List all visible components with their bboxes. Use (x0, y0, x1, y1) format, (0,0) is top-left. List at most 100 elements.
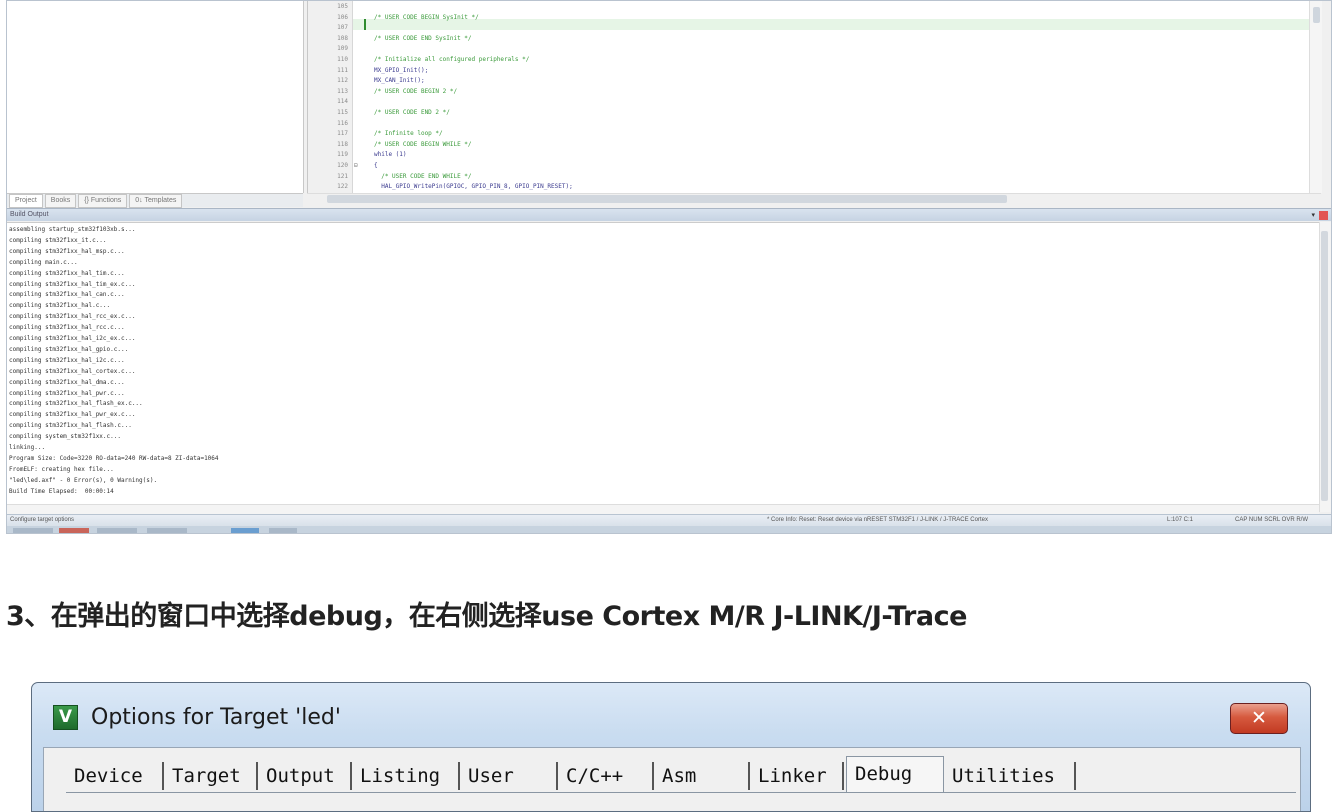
project-pane (7, 1, 304, 193)
taskbar-item[interactable] (13, 528, 53, 533)
code-line[interactable]: /* USER CODE BEGIN 2 */ (374, 88, 457, 95)
tab-debug[interactable]: Debug (846, 756, 944, 792)
options-dialog: V Options for Target 'led' ✕ Device Targ… (31, 682, 1311, 812)
code-line[interactable]: /* Infinite loop */ (374, 130, 443, 137)
status-bar: Configure target options * Core Info: Re… (7, 514, 1331, 526)
build-output-line: compiling stm32f1xx_hal.c... (9, 302, 111, 310)
build-output-line: compiling stm32f1xx_hal_i2c_ex.c... (9, 335, 136, 342)
editor-vertical-scrollbar[interactable] (1309, 1, 1322, 193)
tab-device[interactable]: Device (66, 762, 164, 790)
project-tab-functions[interactable]: {} Functions (78, 194, 128, 208)
tab-linker[interactable]: Linker (750, 762, 844, 790)
build-output-line: compiling stm32f1xx_hal_pwr.c... (9, 389, 125, 397)
build-output-line: compiling stm32f1xx_hal_dma.c... (9, 378, 125, 386)
line-number: 110 (337, 56, 348, 63)
code-line[interactable]: { (374, 162, 378, 169)
build-output-line: compiling stm32f1xx_hal_msp.c... (9, 247, 125, 255)
taskbar-item[interactable] (59, 528, 89, 533)
code-line[interactable]: MX_CAN_Init(); (374, 77, 425, 84)
code-line[interactable]: /* USER CODE BEGIN WHILE */ (374, 141, 472, 148)
line-number: 112 (337, 77, 348, 85)
build-output-line: compiling stm32f1xx_hal_can.c... (9, 291, 125, 299)
build-output-titlebar: Build Output ▾ (7, 208, 1331, 221)
tab-baseline (66, 792, 1296, 793)
tab-output[interactable]: Output (258, 762, 352, 790)
line-number: 106 (337, 13, 348, 21)
taskbar-item[interactable] (231, 528, 259, 533)
build-output-line: compiling stm32f1xx_hal_rcc_ex.c... (9, 313, 136, 321)
status-hint: Configure target options (10, 517, 75, 523)
taskbar-item[interactable] (147, 528, 187, 533)
line-number: 119 (337, 151, 348, 159)
project-tabs: Project Books {} Functions 0↓ Templates (7, 193, 303, 208)
build-output-panel[interactable]: assembling startup_stm32f103xb.s...compi… (7, 222, 1319, 513)
tab-listing[interactable]: Listing (352, 762, 460, 790)
code-line[interactable]: while (1) (374, 151, 407, 158)
build-output-line: compiling stm32f1xx_hal_cortex.c... (9, 367, 136, 375)
build-output-line: "led\led.axf" - 0 Error(s), 0 Warning(s)… (9, 476, 158, 484)
build-output-line: compiling system_stm32f1xx.c... (9, 433, 121, 441)
code-editor[interactable]: 105 106 107 108 109 110 111 112 113 114 115 116 117 1… (307, 1, 1322, 193)
build-output-line: compiling stm32f1xx_hal_rcc.c... (9, 324, 125, 332)
build-output-line: compiling stm32f1xx_hal_tim_ex.c... (9, 280, 136, 288)
build-output-line: compiling stm32f1xx_it.c... (9, 236, 107, 244)
line-number: 117 (337, 130, 348, 138)
dialog-title: Options for Target 'led' (91, 705, 341, 730)
current-line-highlight (353, 19, 1321, 30)
tab-asm[interactable]: Asm (654, 762, 750, 790)
code-line[interactable]: HAL_GPIO_WritePin(GPIOC, GPIO_PIN_8, GPI… (374, 183, 572, 190)
line-number: 111 (337, 66, 348, 74)
build-output-line: assembling startup_stm32f103xb.s... (9, 226, 136, 233)
code-line[interactable]: MX_GPIO_Init(); (374, 67, 428, 74)
build-output-horizontal-scrollbar[interactable] (7, 504, 1319, 514)
build-output-line: FromELF: creating hex file... (9, 465, 114, 473)
editor-horizontal-scroll-thumb[interactable] (327, 195, 1007, 203)
code-line[interactable]: /* USER CODE END WHILE */ (374, 173, 471, 180)
taskbar-item[interactable] (97, 528, 137, 533)
editor-vertical-scroll-thumb[interactable] (1313, 7, 1320, 23)
build-output-scroll-thumb[interactable] (1321, 231, 1328, 501)
close-icon[interactable] (1319, 211, 1328, 220)
line-number: 108 (337, 34, 348, 42)
pin-icon[interactable]: ▾ (1311, 211, 1315, 219)
build-output-line: compiling stm32f1xx_hal_gpio.c... (9, 345, 129, 353)
line-number: 115 (337, 109, 348, 116)
tab-utilities[interactable]: Utilities (944, 762, 1076, 790)
build-output-line: compiling stm32f1xx_hal_tim.c... (9, 269, 125, 277)
project-tab-project[interactable]: Project (9, 194, 43, 208)
fold-toggle-icon[interactable]: ⊟ (354, 162, 358, 169)
close-button[interactable]: ✕ (1230, 703, 1288, 734)
build-output-line: compiling stm32f1xx_hal_pwr_ex.c... (9, 411, 136, 419)
keil-app-icon: V (53, 705, 78, 730)
line-number: 114 (337, 98, 348, 106)
code-line[interactable]: /* USER CODE END 2 */ (374, 109, 450, 116)
tab-user[interactable]: User (460, 762, 558, 790)
line-number: 105 (337, 3, 348, 10)
build-output-title: Build Output (10, 211, 49, 218)
line-number: 116 (337, 119, 348, 127)
build-output-line: compiling stm32f1xx_hal_flash_ex.c... (9, 400, 143, 408)
build-output-line: compiling main.c... (9, 258, 78, 266)
line-number: 122 (337, 183, 348, 191)
taskbar-strip (7, 526, 1331, 533)
line-number: 118 (337, 140, 348, 148)
code-line[interactable]: /* USER CODE BEGIN SysInit */ (374, 14, 479, 21)
code-line[interactable]: /* USER CODE END SysInit */ (374, 35, 472, 42)
step-heading: 3、在弹出的窗口中选择debug，在右侧选择use Cortex M/R J-L… (6, 601, 967, 632)
line-number: 109 (337, 45, 348, 53)
project-tab-templates[interactable]: 0↓ Templates (129, 194, 183, 208)
tab-c-cpp[interactable]: C/C++ (558, 762, 654, 790)
dialog-body: Device Target Output Listing User C/C++ … (43, 747, 1301, 811)
status-debugger-info: * Core Info: Reset: Reset device via nRE… (767, 517, 988, 523)
line-number-gutter: 105 106 107 108 109 110 111 112 113 114 115 116 117 1… (308, 1, 353, 193)
build-output-line: compiling stm32f1xx_hal_flash.c... (9, 422, 132, 430)
taskbar-item[interactable] (269, 528, 297, 533)
line-number: 121 (337, 172, 348, 180)
status-indicators: CAP NUM SCRL OVR R/W (1235, 517, 1309, 523)
build-output-line: Program Size: Code=3220 RO-data=240 RW-d… (9, 454, 219, 462)
tab-target[interactable]: Target (164, 762, 258, 790)
ide-screenshot: Project Books {} Functions 0↓ Templates … (6, 0, 1332, 534)
code-line[interactable]: /* Initialize all configured peripherals… (374, 56, 529, 63)
project-tab-books[interactable]: Books (44, 194, 77, 208)
cursor-marker (364, 19, 366, 30)
